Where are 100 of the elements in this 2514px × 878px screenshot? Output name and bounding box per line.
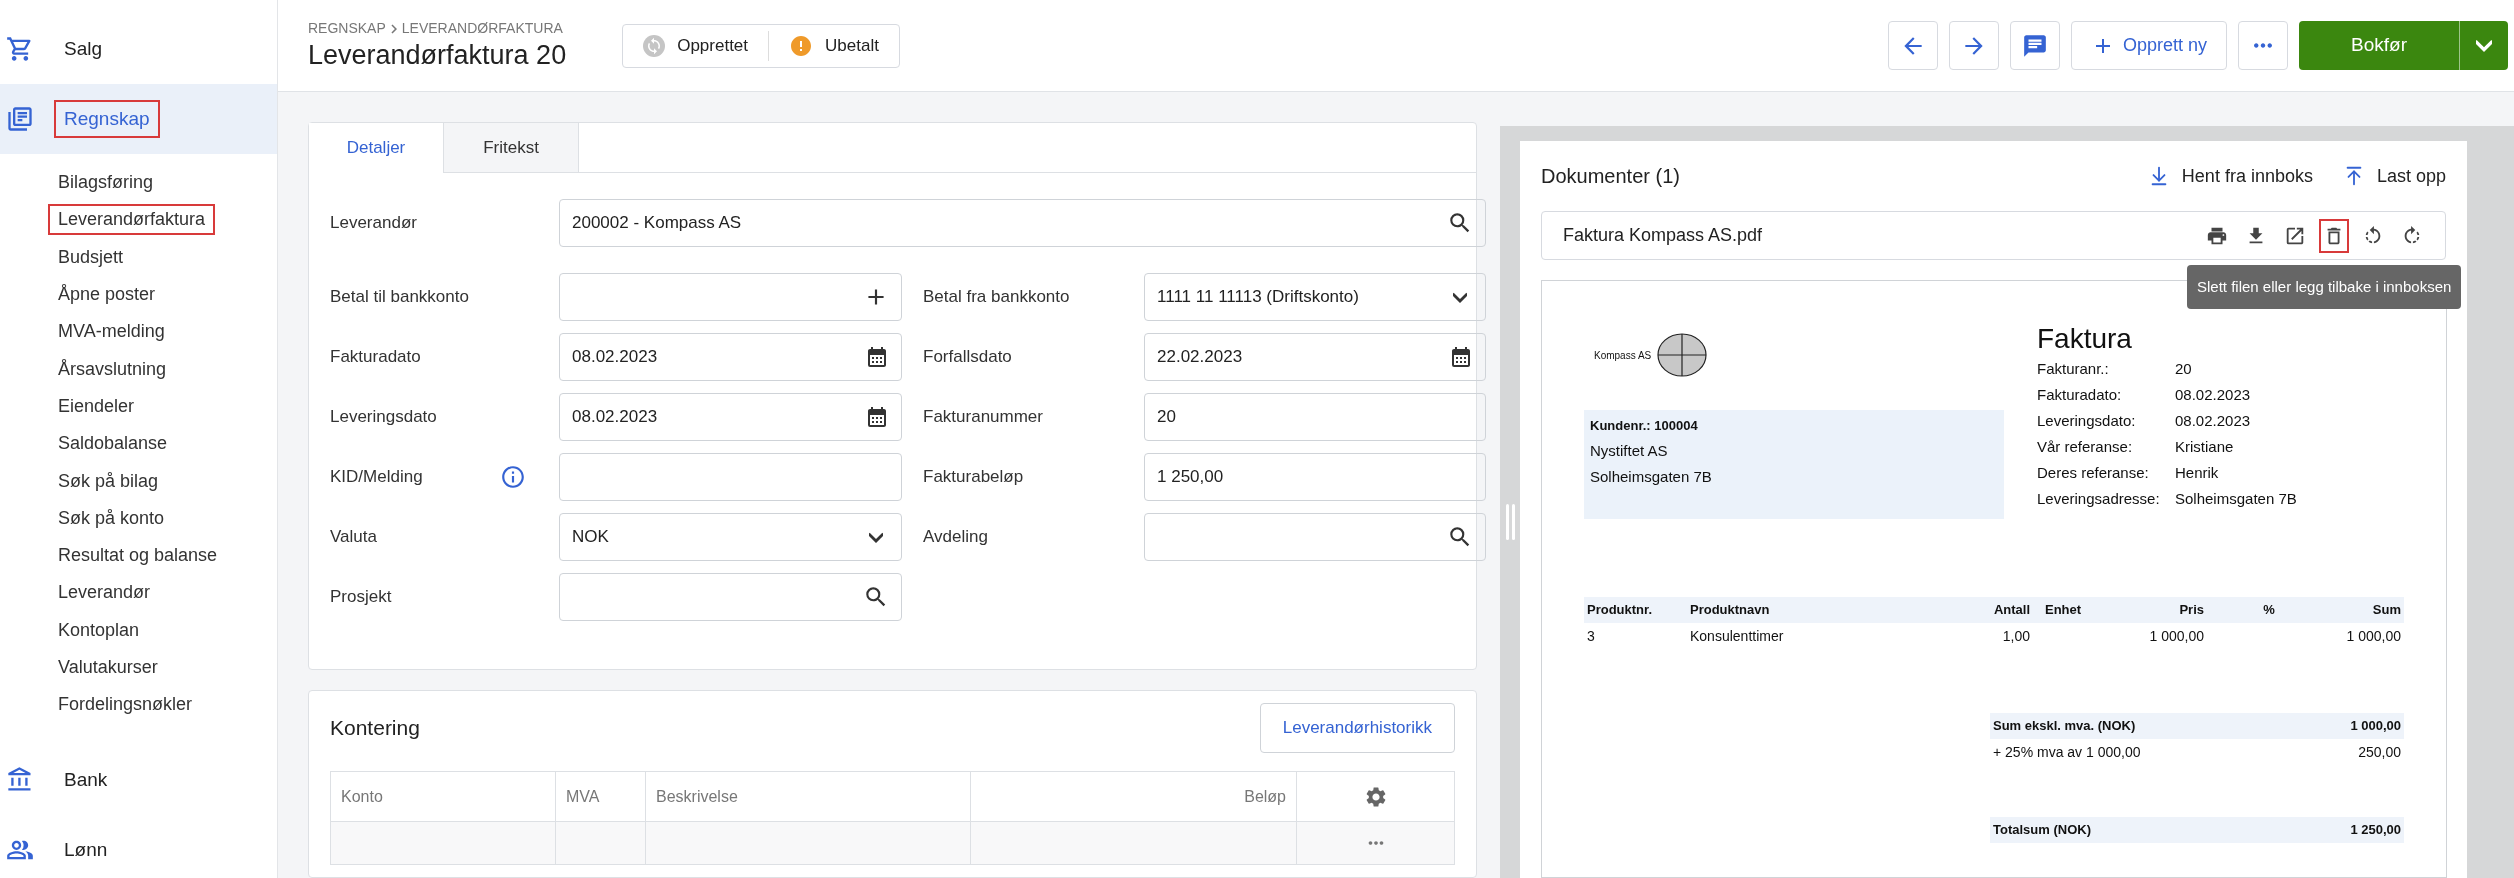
invoice-title: Faktura — [2037, 322, 2133, 356]
column-header: Produktnavn — [1690, 601, 1771, 620]
sidebar-subitem[interactable]: Åpne poster — [48, 279, 166, 311]
page-title: Leverandørfaktura 20 — [308, 39, 567, 73]
sidebar-subitem[interactable]: Resultat og balanse — [48, 540, 228, 572]
sidebar-subitem[interactable]: Kontoplan — [48, 614, 150, 646]
input-field[interactable]: 08.02.2023 — [559, 393, 902, 441]
total-label: + 25% mva av 1 000,00 — [1993, 742, 2141, 762]
field-label: Betal fra bankkonto — [923, 286, 1070, 309]
field-label: Prosjekt — [330, 586, 392, 609]
column-header: % — [2262, 601, 2276, 620]
sidebar-subitem[interactable]: Saldobalanse — [48, 428, 178, 460]
customer-line: Nystiftet AS — [1590, 440, 1669, 461]
field-label: Fakturadato — [330, 346, 421, 369]
input-field[interactable]: 1 250,00 — [1144, 453, 1486, 501]
chevron-down-icon — [2476, 39, 2492, 52]
info-value: Kristiane — [2175, 436, 2234, 457]
column-header: MVA — [566, 786, 600, 807]
file-tool-button[interactable] — [2319, 218, 2349, 253]
fetch-button[interactable]: Hent fra innboks — [2147, 162, 2313, 190]
upload-button[interactable]: Last opp — [2342, 162, 2446, 190]
sidebar-label: Salg — [63, 36, 104, 61]
table-cell: 1,00 — [2002, 627, 2030, 644]
post-menu-button[interactable] — [2459, 21, 2508, 70]
input-field[interactable]: 22.02.2023 — [1144, 333, 1486, 381]
field-label: Leveringsdato — [330, 406, 437, 429]
sidebar-subitem[interactable]: Årsavslutning — [48, 353, 177, 385]
column-header: Sum — [2371, 601, 2401, 620]
input-field[interactable] — [559, 573, 902, 621]
input-field[interactable]: 08.02.2023 — [559, 333, 902, 381]
sidebar-subitem[interactable]: Leverandørfaktura — [48, 204, 216, 236]
tab[interactable]: Detaljer — [309, 123, 444, 173]
sidebar-subitem[interactable]: Leverandør — [48, 577, 161, 609]
info-label: Fakturadato: — [2037, 384, 2123, 405]
field-label: Betal til bankkonto — [330, 286, 469, 309]
sidebar-subitem[interactable]: Budsjett — [48, 241, 134, 273]
sidebar-label: Regnskap — [54, 99, 160, 139]
section-title: Dokumenter (1) — [1541, 164, 1680, 189]
table-cell: 1 000,00 — [2346, 627, 2401, 644]
column-header: Pris — [2178, 601, 2204, 620]
sidebar-item[interactable]: Lønn — [0, 815, 277, 878]
field-label: Fakturabeløp — [923, 466, 1024, 489]
column-header: Beløp — [1244, 786, 1286, 807]
info-label: Deres referanse: — [2037, 462, 2150, 483]
sync-icon — [643, 34, 666, 57]
section-title: Kontering — [330, 715, 420, 742]
input-field[interactable]: 1111 11 11113 (Driftskonto) — [1144, 273, 1486, 321]
input-field[interactable]: 200002 - Kompass AS — [559, 199, 1486, 247]
sidebar-subitem[interactable]: Eiendeler — [48, 390, 145, 422]
sidebar-item[interactable]: Bank — [0, 745, 277, 816]
input-field[interactable] — [559, 453, 902, 501]
total-value: 1 000,00 — [2350, 717, 2401, 736]
input-field[interactable]: 20 — [1144, 393, 1486, 441]
info-label: Leveringsadresse: — [2037, 488, 2161, 509]
input-field[interactable]: NOK — [559, 513, 902, 561]
chevron-down-icon — [1453, 291, 1467, 303]
sidebar-subitem[interactable]: Søk på bilag — [48, 465, 169, 497]
sidebar-item[interactable]: Regnskap — [0, 84, 277, 154]
field-label: Forfallsdato — [923, 346, 1012, 369]
company-name: Kompass AS — [1594, 348, 1652, 363]
resize-handle[interactable] — [1505, 504, 1515, 540]
info-label: Vår referanse: — [2037, 436, 2134, 457]
field-label: KID/Melding — [330, 466, 423, 489]
breadcrumb-link[interactable]: LEVERANDØRFAKTURA — [401, 18, 563, 40]
sidebar-subitem[interactable]: Valutakurser — [48, 652, 168, 683]
sidebar-subitem[interactable]: Fordelingsnøkler — [48, 689, 203, 721]
info-label: Fakturanr.: — [2037, 358, 2110, 379]
total-label: Sum ekskl. mva. (NOK) — [1993, 717, 2136, 736]
chevron-down-icon — [869, 531, 883, 543]
file-name: Faktura Kompass AS.pdf — [1563, 224, 1763, 247]
table-cell: Konsulenttimer — [1690, 627, 1784, 644]
breadcrumb-link[interactable]: REGNSKAP — [308, 18, 386, 40]
info-value: Henrik — [2175, 462, 2219, 483]
field-label: Leverandør — [330, 212, 417, 235]
calendar-icon — [865, 345, 889, 369]
sidebar-item[interactable]: Salg — [0, 14, 277, 84]
comment-button[interactable] — [2010, 21, 2060, 70]
info-value: 08.02.2023 — [2175, 410, 2251, 431]
input-field[interactable] — [1144, 513, 1486, 561]
forward-button[interactable] — [1949, 21, 1999, 70]
history-button[interactable]: Leverandørhistorikk — [1259, 703, 1455, 753]
total-value: 1 250,00 — [2350, 821, 2401, 840]
sidebar-subitem[interactable]: Søk på konto — [48, 502, 175, 534]
input-field[interactable] — [559, 273, 902, 321]
back-button[interactable] — [1888, 21, 1938, 70]
calendar-icon — [865, 405, 889, 429]
calendar-icon — [1449, 345, 1473, 369]
info-label: Leveringsdato: — [2037, 410, 2137, 431]
field-label: Valuta — [330, 526, 377, 549]
tab[interactable]: Fritekst — [444, 123, 579, 173]
status-label: Ubetalt — [825, 34, 879, 57]
info-value: 20 — [2175, 358, 2192, 379]
sidebar-subitem[interactable]: MVA-melding — [48, 316, 175, 348]
info-value: Solheimsgaten 7B — [2175, 488, 2297, 509]
column-header: Produktnr. — [1587, 601, 1653, 620]
column-header: Enhet — [2044, 601, 2083, 620]
sidebar-subitem[interactable]: Bilagsføring — [48, 167, 164, 199]
sidebar-label: Lønn — [63, 838, 109, 863]
post-button[interactable]: Bokfør — [2299, 21, 2459, 70]
create-button[interactable]: Opprett ny — [2071, 21, 2227, 70]
